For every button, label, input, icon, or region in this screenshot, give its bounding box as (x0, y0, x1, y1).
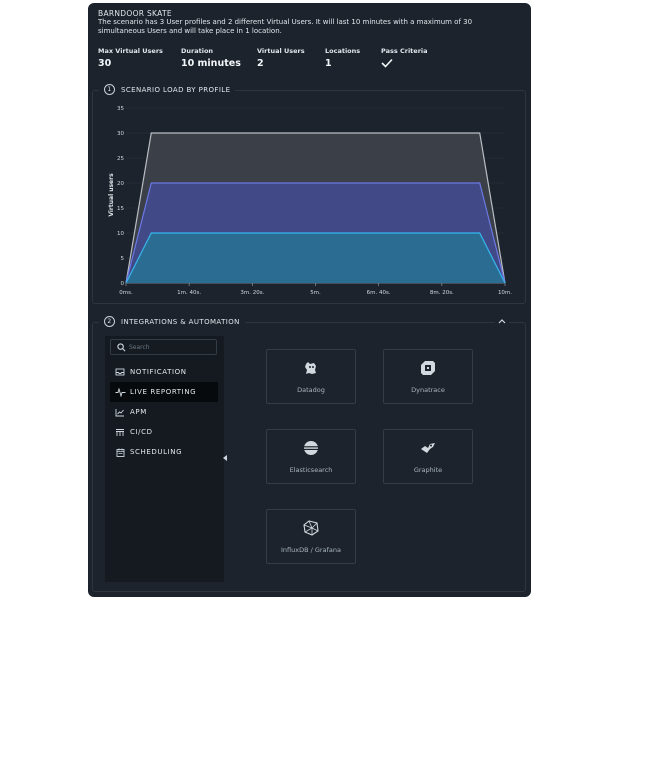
section-title: INTEGRATIONS & AUTOMATION (121, 317, 240, 326)
stat-max-virtual-users: Max Virtual Users 30 (98, 47, 163, 69)
section-number: 1 (104, 84, 115, 95)
graphite-icon (384, 440, 472, 456)
section-header: 2 INTEGRATIONS & AUTOMATION (99, 316, 245, 327)
integrations-sidebar: NOTIFICATION LIVE REPORTING APM CI/CD SC… (105, 336, 224, 582)
chart-icon (110, 408, 130, 417)
integration-label: Elasticsearch (289, 466, 333, 474)
scenario-load-section: 1 SCENARIO LOAD BY PROFILE (92, 84, 526, 304)
nav-label: LIVE REPORTING (130, 388, 197, 396)
calendar-icon (110, 448, 130, 457)
scenario-title: BARNDOOR SKATE (98, 9, 172, 18)
integration-card-elasticsearch[interactable]: Elasticsearch (266, 429, 356, 484)
scenario-stats: Max Virtual Users 30 Duration 10 minutes… (98, 47, 518, 75)
dynatrace-icon (384, 360, 472, 376)
notification-icon (110, 368, 130, 376)
datadog-icon (267, 360, 355, 376)
nav-item-live-reporting[interactable]: LIVE REPORTING (110, 382, 218, 402)
stat-virtual-users: Virtual Users 2 (257, 47, 305, 69)
stat-label: Locations (325, 47, 361, 55)
chevron-up-icon[interactable] (495, 317, 509, 326)
nav-item-scheduling[interactable]: SCHEDULING (110, 442, 218, 462)
pipeline-icon (110, 428, 130, 437)
search-input[interactable] (129, 342, 209, 352)
stat-duration: Duration 10 minutes (181, 47, 241, 69)
stat-label: Duration (181, 47, 214, 55)
nav-item-ci-cd[interactable]: CI/CD (110, 422, 218, 442)
nav-item-notification[interactable]: NOTIFICATION (110, 362, 218, 382)
stat-label: Max Virtual Users (98, 47, 163, 55)
section-title: SCENARIO LOAD BY PROFILE (121, 85, 231, 94)
stat-value: 2 (257, 58, 264, 69)
stat-value: 1 (325, 58, 332, 69)
stat-locations: Locations 1 (325, 47, 360, 69)
checkmark-icon (381, 58, 393, 68)
stat-value (381, 58, 428, 71)
nav-label: SCHEDULING (130, 448, 183, 456)
influxdb-icon (267, 520, 355, 536)
integration-label: Graphite (413, 466, 443, 474)
stat-label: Pass Criteria (381, 47, 428, 55)
search-box[interactable] (110, 339, 217, 355)
section-header: 1 SCENARIO LOAD BY PROFILE (99, 84, 236, 95)
search-icon (117, 343, 126, 352)
stat-pass-criteria: Pass Criteria (381, 47, 428, 71)
integration-card-influxdb-grafana[interactable]: InfluxDB / Grafana (266, 509, 356, 564)
nav-item-apm[interactable]: APM (110, 402, 218, 422)
stat-value: 30 (98, 58, 112, 69)
nav-label: APM (130, 408, 147, 416)
integration-card-graphite[interactable]: Graphite (383, 429, 473, 484)
integration-label: InfluxDB / Grafana (281, 546, 341, 554)
section-number: 2 (104, 316, 115, 327)
scenario-description: The scenario has 3 User profiles and 2 d… (98, 18, 473, 35)
integration-card-datadog[interactable]: Datadog (266, 349, 356, 404)
integration-card-dynatrace[interactable]: Dynatrace (383, 349, 473, 404)
nav-label: CI/CD (130, 428, 153, 436)
stat-value: 10 minutes (181, 58, 241, 69)
stat-label: Virtual Users (257, 47, 305, 55)
nav-label: NOTIFICATION (130, 368, 187, 376)
pulse-icon (110, 387, 130, 397)
integration-label: Dynatrace (411, 386, 445, 394)
elasticsearch-icon (267, 440, 355, 456)
collapse-sidebar-icon[interactable] (223, 455, 227, 461)
integration-label: Datadog (297, 386, 325, 394)
